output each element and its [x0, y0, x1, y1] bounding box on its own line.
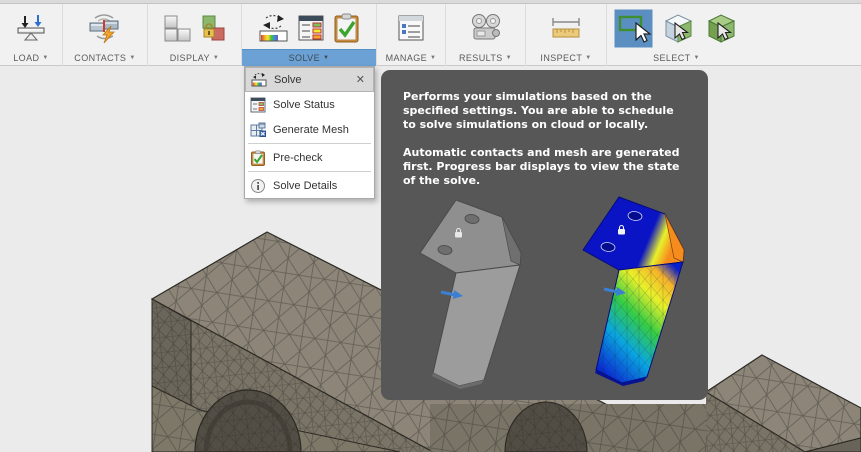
chevron-down-icon: ▼ [585, 54, 592, 61]
menu-item-label: Generate Mesh [273, 123, 349, 136]
menu-item-solve-status[interactable]: Solve Status [245, 92, 374, 117]
manage-icon[interactable] [397, 14, 425, 42]
inspect-icon[interactable] [549, 15, 583, 41]
results-menu-button[interactable]: RESULTS ▼ [446, 49, 525, 66]
solve-menu-button[interactable]: SOLVE ▼ [242, 49, 376, 66]
solve-icon[interactable] [258, 14, 289, 43]
menu-item-generate-mesh[interactable]: Generate Mesh [245, 117, 374, 142]
toolbar-group-results: RESULTS ▼ [446, 4, 526, 66]
bracket-gray-model [419, 199, 522, 389]
tooltip-paragraph-1: Performs your simulations based on the s… [403, 90, 674, 131]
toolbar-group-load: LOAD ▼ [0, 4, 63, 66]
menu-item-label: Pre-check [273, 151, 323, 164]
bracket-fea-result [582, 196, 685, 386]
manage-label: MANAGE [385, 52, 428, 63]
info-icon [251, 178, 265, 193]
toolbar-group-contacts: CONTACTS ▼ [63, 4, 148, 66]
inspect-label: INSPECT [540, 52, 583, 63]
menu-item-solve-details[interactable]: Solve Details [245, 173, 374, 198]
results-icon[interactable] [468, 13, 504, 43]
menu-item-label: Solve Status [273, 98, 335, 111]
tooltip-illustrations [419, 196, 685, 389]
solve-tooltip: Performs your simulations based on the s… [381, 70, 708, 400]
display-blocks-icon[interactable] [164, 15, 191, 42]
chevron-down-icon: ▼ [693, 54, 700, 61]
contacts-label: CONTACTS [74, 52, 127, 63]
load-label: LOAD [13, 52, 40, 63]
chevron-down-icon: ▼ [323, 55, 330, 61]
toolbar-group-inspect: INSPECT ▼ [526, 4, 607, 66]
load-icon[interactable] [15, 13, 47, 43]
tooltip-paragraph-2: Automatic contacts and mesh are generate… [403, 146, 680, 187]
meshed-beam-right [704, 354, 861, 452]
toolbar-group-display: DISPLAY ▼ [148, 4, 242, 66]
select-label: SELECT [653, 52, 691, 63]
load-menu-button[interactable]: LOAD ▼ [0, 49, 62, 66]
solve-label: SOLVE [288, 53, 320, 63]
toolbar-group-select: SELECT ▼ [607, 4, 746, 66]
chevron-down-icon: ▼ [505, 54, 512, 61]
generate-mesh-icon [250, 122, 266, 137]
toolbar-group-manage: MANAGE ▼ [377, 4, 446, 66]
menu-item-label: Solve [274, 73, 302, 86]
tooltip-text: Performs your simulations based on the s… [381, 70, 708, 188]
chevron-down-icon: ▼ [129, 54, 136, 61]
solve-dropdown-menu: Solve ✕ Solve Status Generate Mesh Pre-c… [244, 66, 375, 199]
select-window-icon[interactable] [614, 9, 653, 48]
select-menu-button[interactable]: SELECT ▼ [607, 49, 746, 66]
display-menu-button[interactable]: DISPLAY ▼ [148, 49, 241, 66]
results-label: RESULTS [459, 52, 503, 63]
menu-item-precheck[interactable]: Pre-check [245, 145, 374, 170]
select-body-cube-icon[interactable] [704, 11, 739, 46]
inspect-menu-button[interactable]: INSPECT ▼ [526, 49, 606, 66]
contacts-icon[interactable] [87, 12, 123, 44]
select-face-cube-icon[interactable] [661, 11, 696, 46]
precheck-icon[interactable] [333, 13, 360, 43]
menu-item-label: Solve Details [273, 179, 338, 192]
meshed-arch-right [430, 401, 708, 452]
chevron-down-icon: ▼ [430, 54, 437, 61]
chevron-down-icon: ▼ [42, 54, 49, 61]
menu-item-solve[interactable]: Solve ✕ [245, 67, 374, 92]
display-label: DISPLAY [169, 52, 210, 63]
solve-icon [251, 72, 267, 86]
toolbar-group-solve: SOLVE ▼ [242, 4, 377, 66]
close-icon[interactable]: ✕ [356, 73, 368, 86]
solve-status-icon[interactable] [297, 14, 325, 42]
display-lock-icon[interactable] [199, 15, 226, 42]
menu-separator [248, 171, 371, 172]
chevron-down-icon: ▼ [212, 54, 220, 61]
contacts-menu-button[interactable]: CONTACTS ▼ [63, 49, 147, 66]
solve-status-icon [250, 97, 266, 112]
ribbon-toolbar: LOAD ▼ CONTACTS ▼ DISPLAY ▼ SOLVE ▼ MANA… [0, 0, 861, 66]
manage-menu-button[interactable]: MANAGE ▼ [377, 49, 445, 66]
menu-separator [248, 143, 371, 144]
precheck-icon [251, 149, 265, 166]
